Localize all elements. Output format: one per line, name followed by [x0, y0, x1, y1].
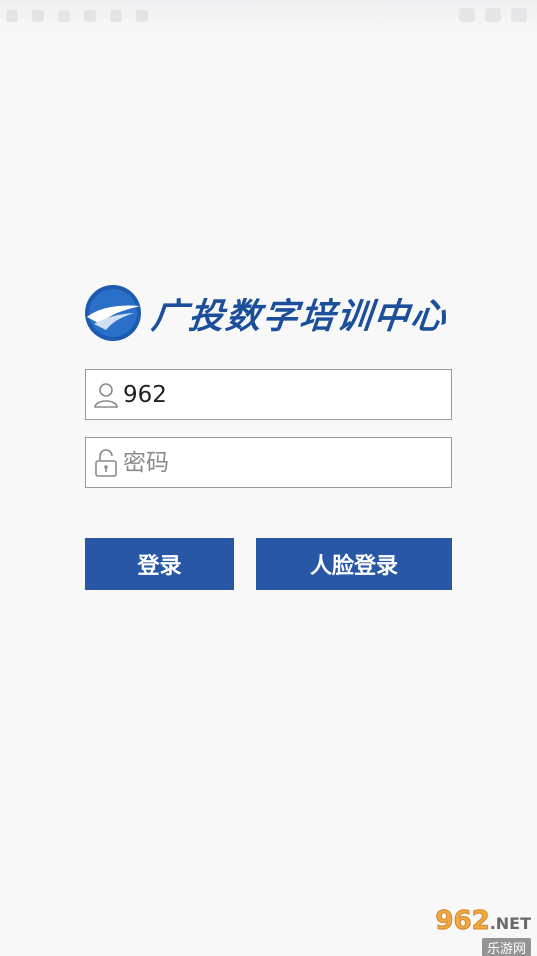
username-input[interactable] — [123, 374, 433, 415]
login-button[interactable]: 登录 — [85, 538, 234, 590]
battery-icon — [511, 8, 527, 22]
signal-icon — [485, 8, 501, 22]
notification-icon — [6, 10, 18, 22]
password-input[interactable] — [123, 442, 433, 483]
face-login-button[interactable]: 人脸登录 — [256, 538, 452, 590]
notification-icon — [84, 10, 96, 22]
user-icon — [94, 382, 118, 408]
username-field[interactable] — [85, 369, 452, 420]
watermark-brand: 962.NET — [435, 908, 531, 937]
watermark-number: 962 — [435, 906, 490, 936]
lock-icon — [95, 448, 117, 477]
brand-logo: 广投数字培训中心 — [84, 283, 454, 343]
airline-globe-logo — [85, 285, 141, 341]
brand-title: 广投数字培训中心 — [149, 295, 450, 337]
notification-icon — [32, 10, 44, 22]
status-bar — [0, 0, 537, 34]
status-bar-system — [459, 8, 527, 22]
notification-icon — [58, 10, 70, 22]
watermark-subtitle: 乐游网 — [481, 938, 531, 956]
password-field[interactable] — [85, 437, 452, 488]
notification-icon — [136, 10, 148, 22]
status-bar-notifications — [6, 10, 148, 22]
wifi-icon — [459, 8, 475, 22]
watermark-suffix: .NET — [489, 914, 531, 933]
watermark: 962.NET 乐游网 — [401, 908, 531, 956]
notification-icon — [110, 10, 122, 22]
